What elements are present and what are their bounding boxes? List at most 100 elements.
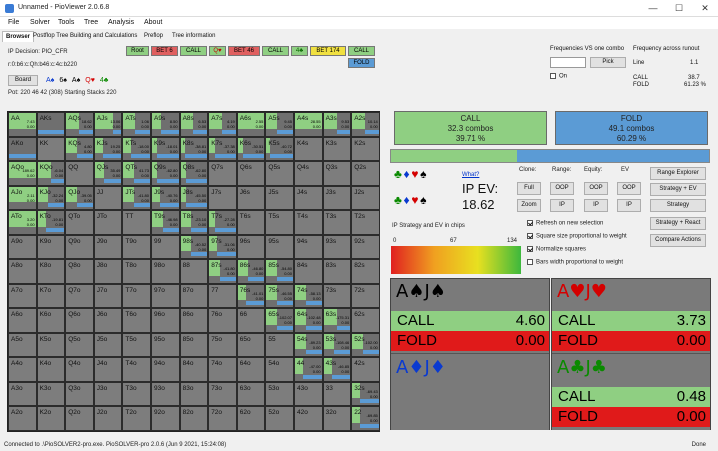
tab-postflop[interactable]: Postflop Tree Building and Calculations — [30, 31, 140, 42]
hand-cell-96s[interactable]: 96s — [236, 234, 266, 259]
hand-cell-k6o[interactable]: K6o — [36, 308, 66, 333]
hand-cell-76s[interactable]: -41.01 0.00 76s — [236, 283, 266, 308]
hand-cell-94o[interactable]: 94o — [151, 357, 180, 382]
hand-cell-a7o[interactable]: A7o — [8, 283, 37, 308]
hand-cell-t5o[interactable]: T5o — [122, 332, 151, 357]
refresh-checkbox-box[interactable] — [527, 220, 533, 226]
club-icon[interactable]: ♣ — [394, 167, 402, 181]
hand-cell-74s[interactable]: -58.13 0.00 74s — [294, 283, 323, 308]
hand-cell-ajs[interactable]: 13.06 0.00 AJs — [93, 112, 123, 137]
hand-cell-33[interactable]: 33 — [322, 381, 352, 406]
menu-tools[interactable]: Tools — [58, 19, 74, 26]
hand-cell-87o[interactable]: 87o — [179, 283, 209, 308]
hand-cell-j6o[interactable]: J6o — [93, 308, 123, 333]
hand-cell-j8o[interactable]: J8o — [93, 259, 123, 284]
hand-cell-aa[interactable]: 7.43 0.00 AA — [8, 112, 37, 137]
hand-cell-a6o[interactable]: A6o — [8, 308, 37, 333]
tree-node-fold[interactable]: FOLD — [348, 58, 375, 68]
normalize-checkbox[interactable]: Normalize squares — [527, 246, 586, 253]
hand-cell-ajo[interactable]: 2.11 0.00 AJo — [8, 185, 37, 210]
hand-cell-k2s[interactable]: K2s — [351, 136, 380, 161]
maximize-button[interactable]: ☐ — [666, 2, 692, 15]
hand-cell-a5o[interactable]: A5o — [8, 332, 37, 357]
menu-about[interactable]: About — [144, 19, 162, 26]
hand-cell-jto[interactable]: JTo — [93, 210, 123, 235]
bars-width-checkbox-box[interactable] — [527, 259, 533, 265]
hand-cell-k4s[interactable]: K4s — [294, 136, 323, 161]
close-button[interactable]: ✕ — [692, 2, 718, 15]
hand-cell-a2s[interactable]: 10.14 0.00 A2s — [351, 112, 380, 137]
hand-cell-k7o[interactable]: K7o — [36, 283, 66, 308]
hand-cell-q5s[interactable]: Q5s — [265, 161, 294, 186]
hand-cell-t7s[interactable]: -27.28 0.00 T7s — [208, 210, 237, 235]
hand-cell-a8s[interactable]: 6.53 0.00 A8s — [179, 112, 209, 137]
hand-cell-55[interactable]: 55 — [265, 332, 294, 357]
hand-cell-95o[interactable]: 95o — [151, 332, 180, 357]
hand-cell-63s[interactable]: -175.31 0.00 63s — [322, 308, 352, 333]
zoom-button[interactable]: Zoom — [517, 199, 541, 212]
hand-cell-q7o[interactable]: Q7o — [65, 283, 94, 308]
hand-cell-t8o[interactable]: T8o — [122, 259, 151, 284]
hand-cell-63o[interactable]: 63o — [236, 381, 266, 406]
hand-cell-82o[interactable]: 82o — [179, 406, 209, 431]
hand-cell-72s[interactable]: 72s — [351, 283, 380, 308]
hand-cell-kjs[interactable]: 19.25 0.00 KJs — [93, 136, 123, 161]
equity-oop-button[interactable]: OOP — [584, 182, 608, 195]
hand-cell-72o[interactable]: 72o — [208, 406, 237, 431]
hand-cell-a4s[interactable]: 28.55 0.00 A4s — [294, 112, 323, 137]
combo-spades[interactable]: A♠J♠ CALL 4.60 FOLD 0.00 — [391, 279, 549, 354]
hand-cell-43o[interactable]: 43o — [294, 381, 323, 406]
spade-icon[interactable]: ♠ — [420, 167, 426, 181]
combo-hearts[interactable]: A♥J♥ CALL 3.73 FOLD 0.00 — [552, 279, 710, 354]
hand-cell-75o[interactable]: 75o — [208, 332, 237, 357]
hand-cell-j4o[interactable]: J4o — [93, 357, 123, 382]
hand-cell-k5s[interactable]: -40.72 0.00 K5s — [265, 136, 294, 161]
bars-width-checkbox[interactable]: Bars width proportional to weight — [527, 259, 623, 266]
hand-cell-q6s[interactable]: Q6s — [236, 161, 266, 186]
tree-node-call1[interactable]: CALL — [180, 46, 207, 56]
menu-solver[interactable]: Solver — [30, 19, 50, 26]
hand-cell-42s[interactable]: 42s — [351, 357, 380, 382]
refresh-checkbox[interactable]: Refresh on new selection — [527, 220, 603, 227]
hand-cell-k2o[interactable]: K2o — [36, 406, 66, 431]
hand-cell-32o[interactable]: 32o — [322, 406, 352, 431]
hand-cell-83s[interactable]: 83s — [322, 259, 352, 284]
menu-tree[interactable]: Tree — [84, 19, 98, 26]
hand-cell-aks[interactable]: AKs — [36, 112, 66, 137]
hand-cell-q4s[interactable]: Q4s — [294, 161, 323, 186]
hand-cell-j9o[interactable]: J9o — [93, 234, 123, 259]
hand-cell-98o[interactable]: 98o — [151, 259, 180, 284]
hand-cell-97s[interactable]: -31.06 0.00 97s — [208, 234, 237, 259]
hand-cell-a7s[interactable]: 4.19 0.00 A7s — [208, 112, 237, 137]
hand-cell-t4o[interactable]: T4o — [122, 357, 151, 382]
hand-cell-a9s[interactable]: 8.50 0.00 A9s — [151, 112, 180, 137]
hand-cell-84s[interactable]: 84s — [294, 259, 323, 284]
hand-cell-j7o[interactable]: J7o — [93, 283, 123, 308]
hand-cell-qjo[interactable]: -39.05 0.00 QJo — [65, 185, 94, 210]
range-grid[interactable]: 7.43 0.00 AA AKs 18.62 0.00 AQs 13.06 0.00 AJs 1.0… — [7, 111, 380, 432]
hand-cell-j2o[interactable]: J2o — [93, 406, 123, 431]
hand-cell-76o[interactable]: 76o — [208, 308, 237, 333]
hand-cell-86o[interactable]: 86o — [179, 308, 209, 333]
hand-cell-k5o[interactable]: K5o — [36, 332, 66, 357]
spade-icon[interactable]: ♠ — [420, 193, 426, 207]
hand-cell-q8o[interactable]: Q8o — [65, 259, 94, 284]
hand-cell-77[interactable]: 77 — [208, 283, 237, 308]
hand-cell-86s[interactable]: -46.80 0.00 86s — [236, 259, 266, 284]
tab-preflop[interactable]: Preflop — [141, 31, 166, 42]
hand-cell-64o[interactable]: 64o — [236, 357, 266, 382]
hand-cell-qjs[interactable]: 35.49 0.00 QJs — [93, 161, 123, 186]
diamond-icon[interactable]: ♦ — [404, 193, 410, 207]
hand-cell-32s[interactable]: -69.43 0.00 32s — [351, 381, 380, 406]
combo-clubs[interactable]: A♣J♣ CALL 0.48 FOLD 0.00 — [552, 355, 710, 430]
square-size-checkbox-box[interactable] — [527, 233, 533, 239]
hand-cell-95s[interactable]: 95s — [265, 234, 294, 259]
hand-cell-j8s[interactable]: -45.50 0.00 J8s — [179, 185, 209, 210]
hand-cell-q2s[interactable]: Q2s — [351, 161, 380, 186]
menu-file[interactable]: File — [8, 19, 19, 26]
hand-cell-k8o[interactable]: K8o — [36, 259, 66, 284]
tree-node-bet6[interactable]: BET 6 — [151, 46, 178, 56]
range-ip-button[interactable]: IP — [550, 199, 574, 212]
equity-ip-button[interactable]: IP — [584, 199, 608, 212]
hand-cell-q8s[interactable]: -62.80 0.00 Q8s — [179, 161, 209, 186]
